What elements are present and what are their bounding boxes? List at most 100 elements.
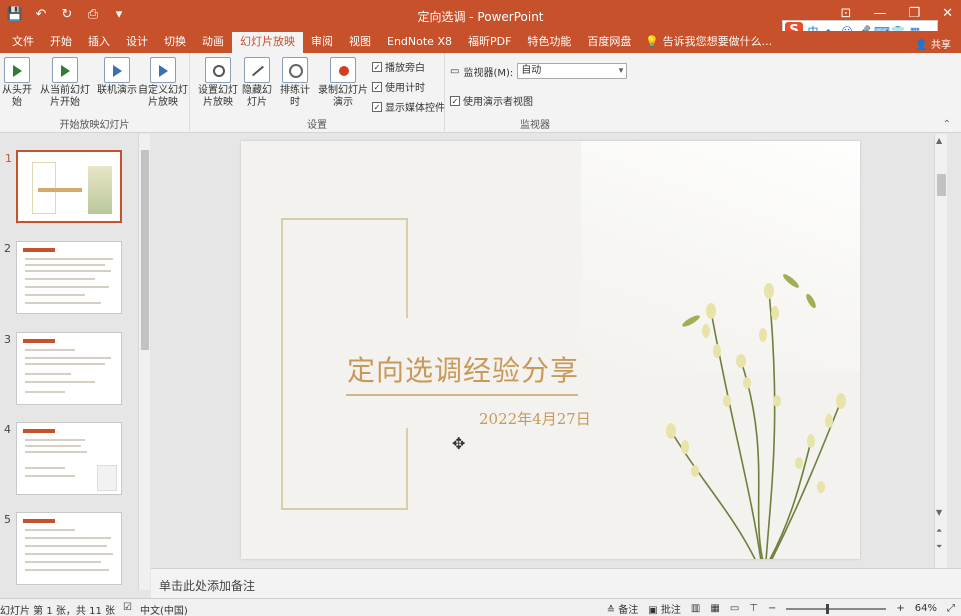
from-beginning-button[interactable]: 从头开始: [0, 57, 36, 109]
comments-toggle[interactable]: ▣ 批注: [648, 601, 681, 616]
slide-thumbnail[interactable]: 1: [5, 150, 122, 223]
language-indicator[interactable]: 中文(中国): [140, 602, 188, 616]
thumb-text-line: [25, 569, 109, 571]
presenter-view-checkbox[interactable]: ✓ 使用演示者视图: [450, 93, 533, 108]
thumb-text-line: [25, 439, 85, 441]
thumb-header: [23, 519, 55, 523]
tab-foxit-pdf[interactable]: 福昕PDF: [460, 32, 519, 53]
setup-show-button[interactable]: 设置幻灯片放映: [196, 57, 240, 109]
collapse-ribbon-icon[interactable]: ⌃: [943, 119, 951, 130]
monitor-value: 自动: [521, 65, 542, 76]
reading-view-icon[interactable]: ▭: [730, 603, 739, 614]
comments-label: 批注: [660, 605, 681, 616]
thumb-flower-image: [88, 166, 112, 214]
scrollbar-thumb[interactable]: [937, 174, 946, 196]
from-current-button[interactable]: 从当前幻灯片开始: [38, 57, 92, 109]
status-bar: 幻灯片 第 1 张，共 11 张 ☑ 中文(中国) ≙ 备注 ▣ 批注 ▥ ▦ …: [0, 598, 961, 616]
slide-title[interactable]: 定向选调经验分享: [347, 349, 579, 389]
tab-animations[interactable]: 动画: [194, 32, 232, 53]
thumbnail-pane: 1 2 3 4 5: [0, 134, 150, 590]
show-media-controls-checkbox[interactable]: ✓ 显示媒体控件: [372, 99, 445, 114]
custom-show-button[interactable]: 自定义幻灯片放映: [138, 57, 188, 109]
checkbox-checked-icon: ✓: [450, 95, 460, 106]
online-present-label: 联机演示: [97, 85, 137, 96]
tab-baidu-netdisk[interactable]: 百度网盘: [579, 32, 639, 53]
thumb-text-line: [25, 373, 71, 375]
zoom-in-icon[interactable]: +: [896, 603, 904, 614]
share-button[interactable]: 👤 共享: [915, 36, 951, 51]
notes-pane[interactable]: 单击此处添加备注: [151, 568, 961, 598]
slide-count: 幻灯片 第 1 张，共 11 张: [0, 606, 115, 616]
thumb-text-line: [25, 270, 111, 272]
slide-frame: [281, 508, 408, 510]
hide-slide-icon: [244, 57, 270, 83]
scrollbar-thumb[interactable]: [141, 150, 149, 350]
tab-insert[interactable]: 插入: [80, 32, 118, 53]
zoom-slider[interactable]: [786, 603, 887, 614]
scroll-down-icon[interactable]: ▼: [936, 508, 942, 517]
zoom-level[interactable]: 64%: [915, 603, 937, 614]
scroll-up-icon[interactable]: ▲: [936, 136, 942, 145]
thumbnail-scrollbar[interactable]: [138, 134, 150, 590]
slide-thumbnail[interactable]: 5: [4, 512, 122, 585]
hide-slide-button[interactable]: 隐藏幻灯片: [240, 57, 274, 109]
move-cursor-icon: ✥: [452, 434, 466, 453]
tab-file[interactable]: 文件: [4, 32, 42, 53]
normal-view-icon[interactable]: ▥: [691, 603, 700, 614]
monitor-select[interactable]: 自动: [517, 63, 628, 79]
current-slide[interactable]: 定向选调经验分享 2022年4月27日: [241, 141, 860, 559]
thumb-text-line: [25, 286, 109, 288]
tab-home[interactable]: 开始: [42, 32, 80, 53]
slide-frame: [281, 218, 408, 220]
tell-me-box[interactable]: 💡 告诉我您想要做什么...: [639, 32, 778, 53]
play-narrations-checkbox[interactable]: ✓ 播放旁白: [372, 59, 425, 74]
globe-icon: [104, 57, 130, 83]
thumb-text-line: [25, 391, 65, 393]
slide-thumbnail[interactable]: 3: [4, 332, 122, 405]
slide-thumbnail[interactable]: 2: [4, 241, 122, 314]
slide-number: 4: [4, 423, 11, 436]
tab-endnote[interactable]: EndNote X8: [379, 32, 460, 53]
rehearse-label: 排练计时: [280, 85, 310, 108]
slide-date[interactable]: 2022年4月27日: [479, 408, 591, 429]
spellcheck-icon[interactable]: ☑: [123, 602, 132, 616]
tab-slideshow[interactable]: 幻灯片放映: [232, 32, 303, 53]
thumb-text-line: [25, 467, 65, 469]
thumb-text-line: [25, 294, 85, 296]
thumb-text-line: [25, 537, 111, 539]
slide-scrollbar[interactable]: ▲ ▼ ⏶ ⏷: [934, 134, 947, 568]
notes-toggle[interactable]: ≙ 备注: [607, 601, 639, 616]
tab-design[interactable]: 设计: [118, 32, 156, 53]
tab-transitions[interactable]: 切换: [156, 32, 194, 53]
slide-sorter-icon[interactable]: ▦: [710, 603, 719, 614]
next-slide-icon[interactable]: ⏷: [936, 542, 942, 552]
tab-features[interactable]: 特色功能: [519, 32, 579, 53]
from-beginning-label: 从头开始: [2, 85, 32, 108]
thumb-qr-image: [97, 465, 117, 491]
tell-me-text: 告诉我您想要做什么...: [662, 35, 773, 48]
clock-icon: [282, 57, 308, 83]
online-present-button[interactable]: 联机演示: [96, 57, 138, 97]
slide-number: 3: [4, 333, 11, 346]
thumb-text-line: [25, 363, 105, 365]
thumb-text-line: [25, 475, 75, 477]
from-current-label: 从当前幻灯片开始: [40, 85, 90, 108]
thumb-header: [23, 429, 55, 433]
slideshow-view-icon[interactable]: ⊤: [749, 603, 758, 614]
use-timings-checkbox[interactable]: ✓ 使用计时: [372, 79, 425, 94]
slide-thumbnail[interactable]: 4: [4, 422, 122, 495]
share-label: 共享: [931, 40, 951, 51]
group-setup: 设置幻灯片放映 隐藏幻灯片 排练计时 录制幻灯片演示 ✓ 播放旁白 ✓ 使用计时…: [190, 53, 445, 133]
previous-slide-icon[interactable]: ⏶: [936, 526, 942, 536]
zoom-out-icon[interactable]: −: [768, 603, 776, 614]
fit-slide-icon[interactable]: ⤢: [947, 603, 955, 614]
checkbox-checked-icon: ✓: [372, 101, 382, 112]
tab-view[interactable]: 视图: [341, 32, 379, 53]
checkbox-checked-icon: ✓: [372, 81, 382, 92]
record-show-button[interactable]: 录制幻灯片演示: [316, 57, 370, 109]
ribbon: 从头开始 从当前幻灯片开始 联机演示 自定义幻灯片放映 开始放映幻灯片 设置幻灯…: [0, 53, 961, 133]
rehearse-timings-button[interactable]: 排练计时: [276, 57, 314, 109]
presenter-view-label: 使用演示者视图: [463, 97, 533, 108]
close-icon[interactable]: ✕: [942, 6, 953, 22]
tab-review[interactable]: 审阅: [303, 32, 341, 53]
